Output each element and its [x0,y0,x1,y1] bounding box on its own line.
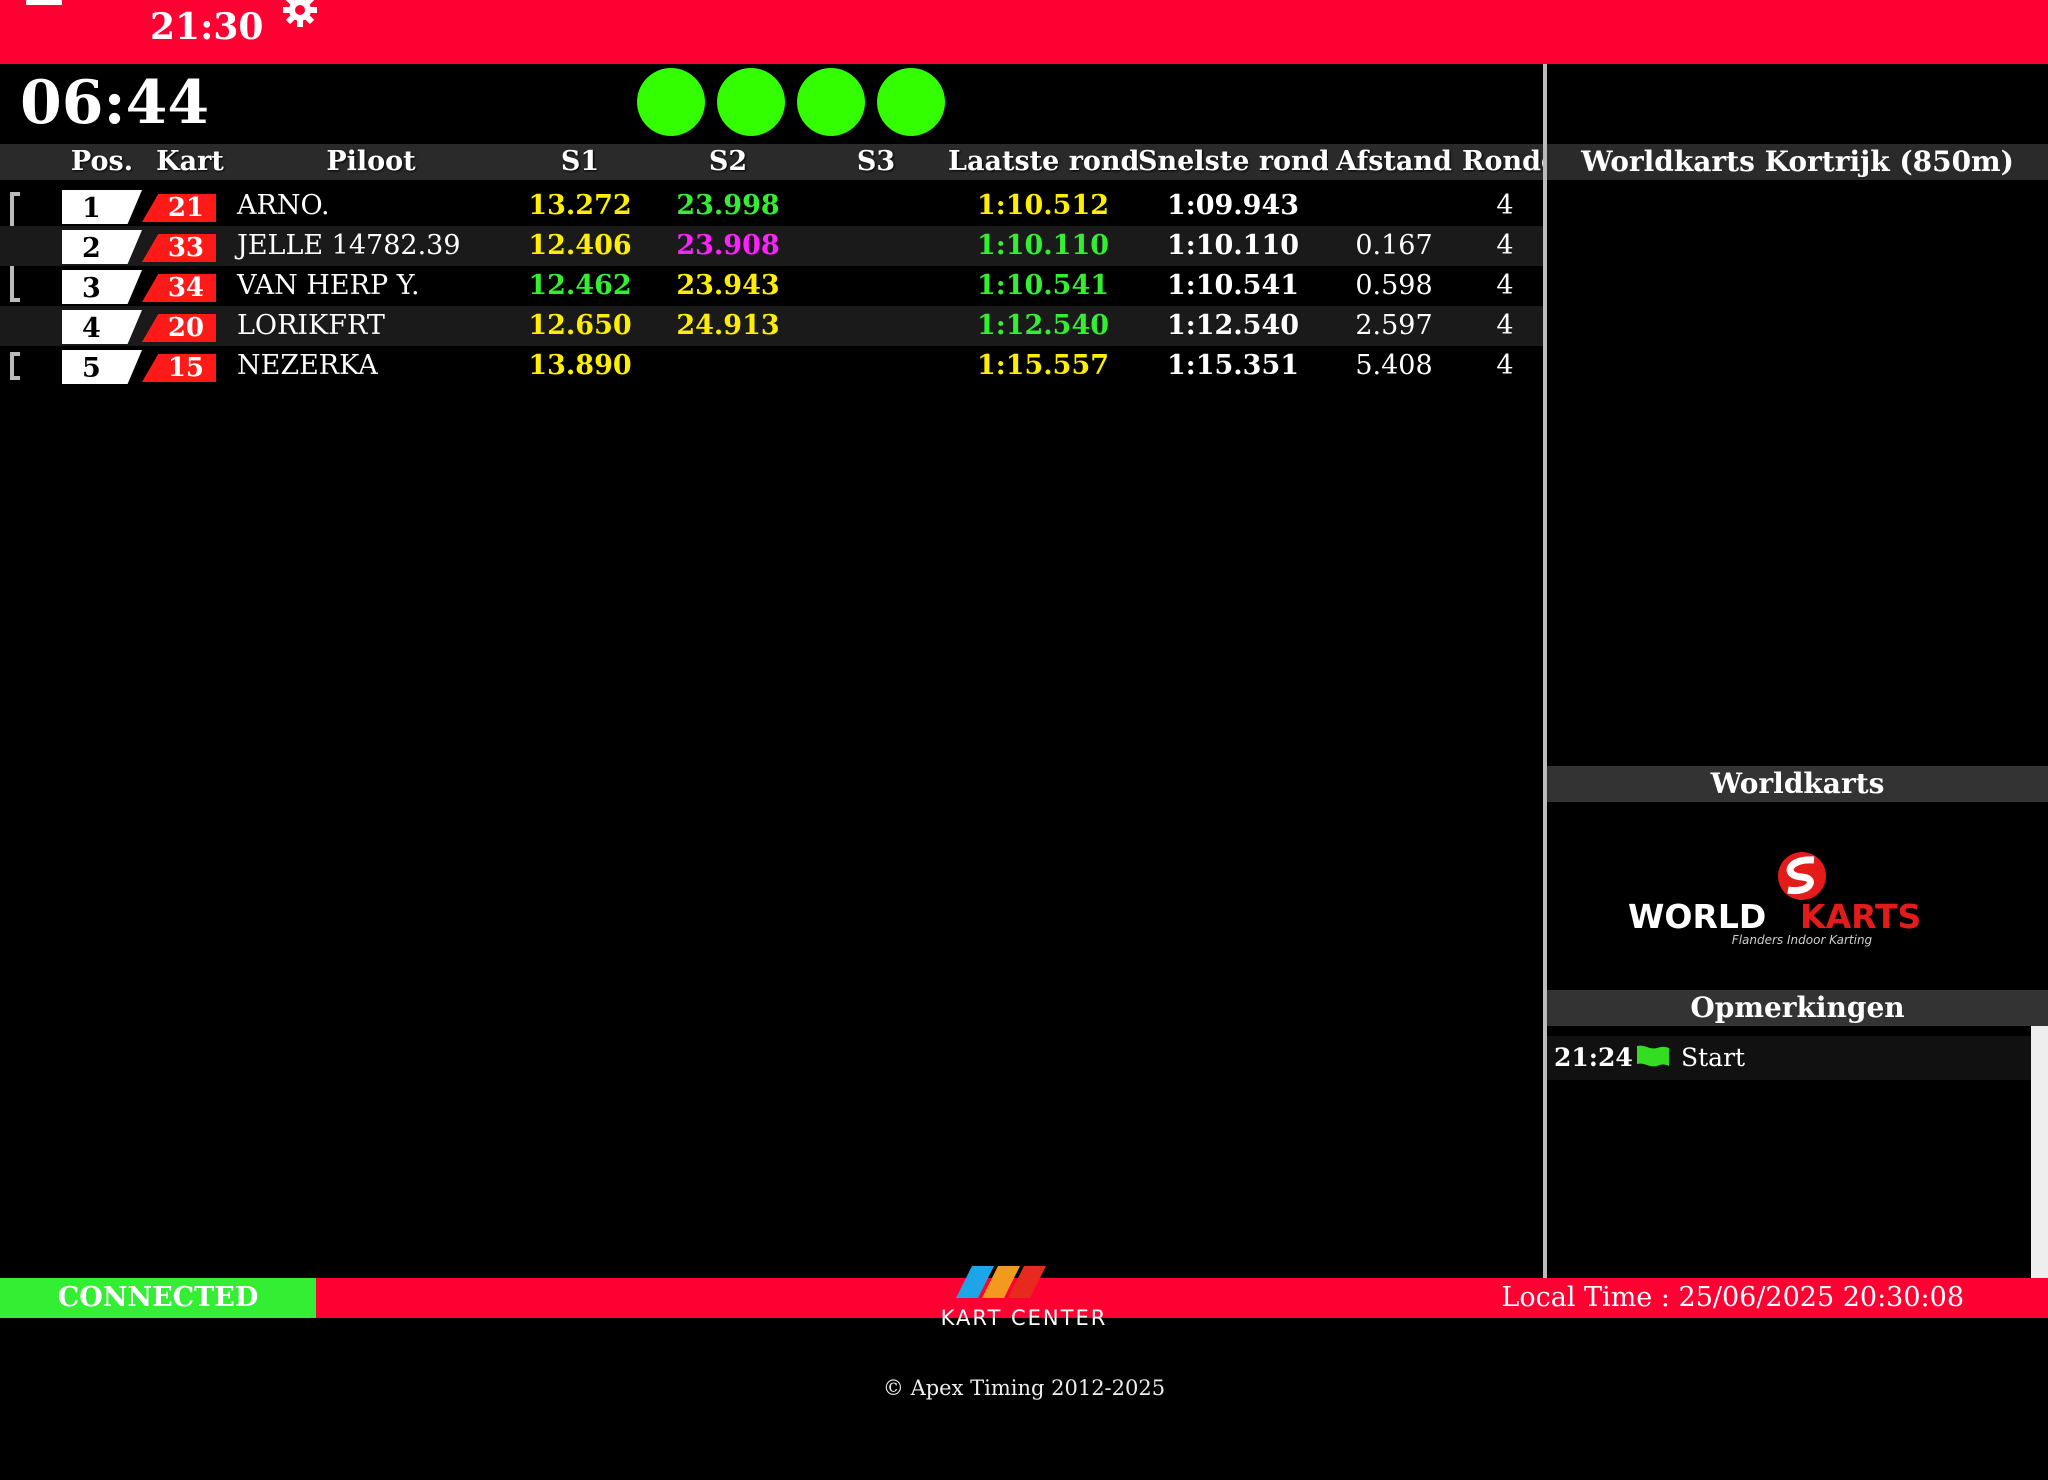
laps: 4 [1496,350,1514,381]
sector-1: 12.406 [528,230,632,261]
note-time: 21:24 [1554,1043,1633,1072]
position-badge: 2 [62,230,142,264]
table-row[interactable]: 5 15 NEZERKA 13.890 1:15.557 1:15.351 5.… [0,346,1543,386]
brand-title: Worldkarts [1547,766,2048,802]
driver-name: ARNO. [237,190,330,221]
sector-1: 12.462 [528,270,632,301]
kart-badge: 21 [142,194,216,222]
sector-1: 13.890 [528,350,632,381]
driver-name: JELLE 14782.39 [237,230,461,261]
gear-icon[interactable] [282,0,318,28]
menu-icon[interactable] [26,0,62,18]
laps: 4 [1496,310,1514,341]
kart-badge: 15 [142,354,216,382]
notes-title: Opmerkingen [1547,990,2048,1026]
gap: 2.597 [1355,310,1433,341]
start-light-4 [877,68,945,136]
kart-badge: 34 [142,274,216,302]
best-lap: 1:09.943 [1166,190,1300,221]
gap: 0.598 [1355,270,1433,301]
column-header-last-lap[interactable]: Laatste ronde [948,144,1138,180]
last-lap: 1:12.540 [976,310,1110,341]
sector-1: 12.650 [528,310,632,341]
sector-3 [816,186,936,226]
best-lap: 1:10.541 [1166,270,1300,301]
sector-1: 13.272 [528,190,632,221]
best-lap: 1:10.110 [1166,230,1300,261]
sector-2: 23.943 [676,270,780,301]
position-badge: 5 [62,350,142,384]
column-header-best-lap[interactable]: Snelste ronde [1138,144,1328,180]
sector-2: 23.998 [676,190,780,221]
column-header-s3[interactable]: S3 [816,144,936,180]
column-header-gap[interactable]: Afstand [1334,144,1454,180]
column-header-s1[interactable]: S1 [520,144,640,180]
note-item: 21:24 Start [1547,1036,2031,1080]
position-badge: 4 [62,310,142,344]
table-row[interactable]: 3 34 VAN HERP Y. 12.462 23.943 1:10.541 … [0,266,1543,306]
laps: 4 [1496,270,1514,301]
table-row[interactable]: 2 33 JELLE 14782.39 12.406 23.908 1:10.1… [0,226,1543,266]
last-lap: 1:10.541 [976,270,1110,301]
track-title: Worldkarts Kortrijk (850m) [1547,144,2048,180]
race-timer: 06:44 [20,68,210,138]
kart-badge: 20 [142,314,216,342]
green-flag-icon [1637,1045,1669,1067]
sector-3 [816,266,936,306]
column-header-piloot[interactable]: Piloot [236,144,506,180]
column-header-pos[interactable]: Pos. [62,144,142,180]
start-light-3 [797,68,865,136]
sector-2 [668,346,788,386]
start-light-1 [637,68,705,136]
start-light-2 [717,68,785,136]
driver-name: LORIKFRT [237,310,385,341]
driver-name: VAN HERP Y. [237,270,420,301]
logo-tagline: Flanders Indoor Karting [1732,933,1873,947]
sector-2: 23.908 [676,230,780,261]
best-lap: 1:12.540 [1166,310,1300,341]
last-lap: 1:10.512 [976,190,1110,221]
session-clock: 21:30 [150,6,264,48]
panel-divider [1543,64,1547,1278]
kart-center-logo: KART CENTER [941,1266,1108,1330]
column-header-s2[interactable]: S2 [668,144,788,180]
sector-3 [816,346,936,386]
connection-status: CONNECTED [0,1278,316,1318]
gap: 0.167 [1355,230,1433,261]
column-header-kart[interactable]: Kart [145,144,235,180]
table-row[interactable]: 1 21 ARNO. 13.272 23.998 1:10.512 1:09.9… [0,186,1543,226]
last-lap: 1:10.110 [976,230,1110,261]
local-time: Local Time : 25/06/2025 20:30:08 [1501,1282,1964,1313]
gap: 5.408 [1355,350,1433,381]
best-lap: 1:15.351 [1166,350,1300,381]
laps: 4 [1496,230,1514,261]
logo-text-world: WORLD [1628,897,1766,936]
position-badge: 1 [62,190,142,224]
sector-2: 24.913 [676,310,780,341]
kart-center-text: KART CENTER [941,1306,1108,1330]
logo-text-karts: KARTS [1800,897,1921,936]
laps: 4 [1496,190,1514,221]
gap [1334,186,1454,226]
last-lap: 1:15.557 [976,350,1110,381]
position-badge: 3 [62,270,142,304]
column-header-laps[interactable]: Ronde [1462,144,1543,180]
copyright: © Apex Timing 2012-2025 [882,1376,1166,1400]
kart-badge: 33 [142,234,216,262]
worldkarts-logo: WORLD KARTS Flanders Indoor Karting [1628,852,1921,947]
sector-3 [816,306,936,346]
table-row[interactable]: 4 20 LORIKFRT 12.650 24.913 1:12.540 1:1… [0,306,1543,346]
note-text: Start [1681,1043,1746,1072]
sector-3 [816,226,936,266]
driver-name: NEZERKA [237,350,378,381]
notes-scrollbar[interactable] [2031,1026,2048,1278]
